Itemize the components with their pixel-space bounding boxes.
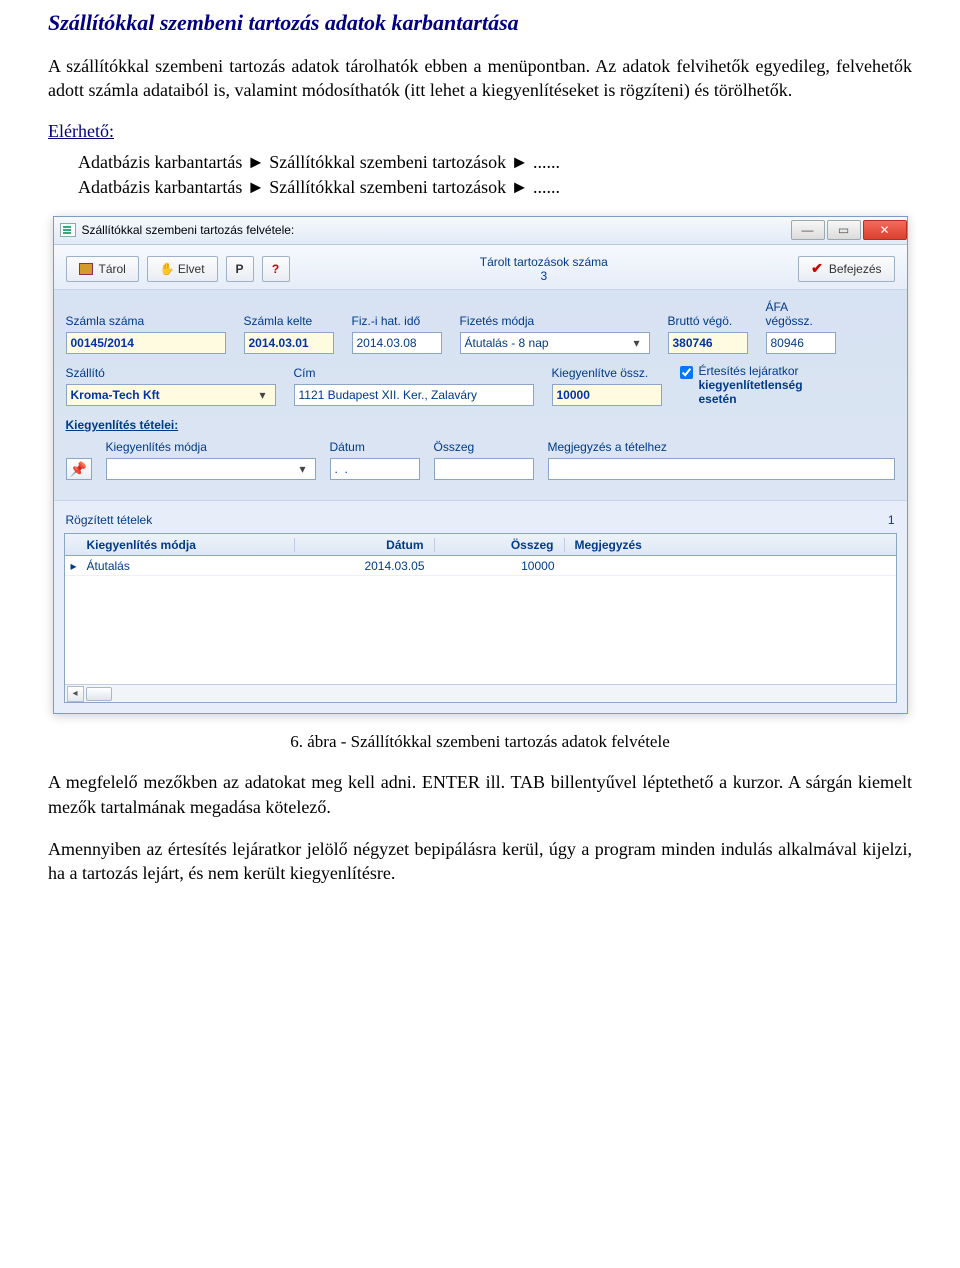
fiz-mod-combo[interactable]: Átutalás - 8 nap ▾ — [460, 332, 650, 354]
ertesites-block: Értesítés lejáratkor kiegyenlítetlenség … — [680, 364, 840, 406]
para-2: A megfelelő mezőkben az adatokat meg kel… — [48, 770, 912, 819]
page-title: Szállítókkal szembeni tartozás adatok ka… — [48, 10, 912, 36]
brutto-input[interactable] — [668, 332, 748, 354]
szamla-kelte-input[interactable] — [244, 332, 334, 354]
para-3: Amennyiben az értesítés lejáratkor jelöl… — [48, 837, 912, 886]
check-icon: ✔ — [811, 260, 823, 277]
tarol-button[interactable]: Tárol — [66, 256, 139, 282]
app-window: Szállítókkal szembeni tartozás felvétele… — [53, 216, 908, 715]
col-megjegyzes[interactable]: Megjegyzés — [565, 538, 896, 552]
grid-header: Kiegyenlítés módja Dátum Összeg Megjegyz… — [65, 534, 896, 556]
window-title: Szállítókkal szembeni tartozás felvétele… — [82, 223, 295, 237]
grid-area: Rögzített tételek 1 Kiegyenlítés módja D… — [54, 500, 907, 713]
detail-osszeg-label: Összeg — [434, 440, 534, 454]
chevron-down-icon: ▾ — [629, 336, 645, 350]
close-button[interactable]: ✕ — [863, 220, 907, 240]
nav-path-1: Adatbázis karbantartás ► Szállítókkal sz… — [78, 152, 912, 173]
detail-datum-input[interactable] — [330, 458, 420, 480]
fiz-hat-input[interactable] — [352, 332, 442, 354]
figure-caption: 6. ábra - Szállítókkal szembeni tartozás… — [48, 732, 912, 752]
cim-input[interactable] — [294, 384, 534, 406]
save-icon — [79, 263, 93, 275]
grid: Kiegyenlítés módja Dátum Összeg Megjegyz… — [64, 533, 897, 703]
toolbar: Tárol Elvet P ? Tárolt tartozások száma … — [54, 245, 907, 291]
chevron-down-icon: ▾ — [295, 462, 311, 476]
add-detail-button[interactable]: 📌 — [66, 458, 92, 480]
detail-megj-input[interactable] — [548, 458, 895, 480]
kiegy-ossz-label: Kiegyenlítve össz. — [552, 366, 662, 380]
p-button[interactable]: P — [226, 256, 254, 282]
scroll-left-icon[interactable]: ◂ — [67, 686, 84, 702]
afa-label: ÁFA végössz. — [766, 300, 836, 328]
detail-mod-combo[interactable]: ▾ — [106, 458, 316, 480]
detail-osszeg-input[interactable] — [434, 458, 534, 480]
nav-path-2: Adatbázis karbantartás ► Szállítókkal sz… — [78, 177, 912, 198]
col-kiegy-modja[interactable]: Kiegyenlítés módja — [65, 538, 295, 552]
subhead: Elérhető: — [48, 121, 912, 142]
szallito-label: Szállító — [66, 366, 276, 380]
afa-input[interactable] — [766, 332, 836, 354]
titlebar: Szállítókkal szembeni tartozás felvétele… — [54, 217, 907, 245]
detail-mod-label: Kiegyenlítés módja — [106, 440, 316, 454]
detail-megj-label: Megjegyzés a tételhez — [548, 440, 895, 454]
kiegy-ossz-input[interactable] — [552, 384, 662, 406]
maximize-button[interactable]: ▭ — [827, 220, 861, 240]
szamla-kelte-label: Számla kelte — [244, 314, 334, 328]
brutto-label: Bruttó végö. — [668, 314, 748, 328]
minimize-button[interactable]: — — [791, 220, 825, 240]
elvet-button[interactable]: Elvet — [147, 256, 218, 282]
chevron-down-icon: ▾ — [255, 388, 271, 402]
befejezes-button[interactable]: ✔ Befejezés — [798, 256, 894, 282]
szamla-szama-input[interactable] — [66, 332, 226, 354]
fiz-hat-label: Fiz.-i hat. idő — [352, 314, 442, 328]
grid-title: Rögzített tételek — [66, 513, 153, 527]
cim-label: Cím — [294, 366, 534, 380]
szallito-combo[interactable]: Kroma-Tech Kft ▾ — [66, 384, 276, 406]
stored-counter: Tárolt tartozások száma 3 — [480, 255, 608, 284]
grid-count: 1 — [888, 513, 895, 527]
col-datum[interactable]: Dátum — [295, 538, 435, 552]
pin-icon: 📌 — [70, 461, 87, 478]
question-icon: ? — [272, 262, 279, 276]
app-icon — [60, 223, 76, 237]
form-area: Számla száma Számla kelte Fiz.-i hat. id… — [54, 290, 907, 500]
fiz-mod-label: Fizetés módja — [460, 314, 650, 328]
section-title: Kiegyenlítés tételei: — [66, 416, 895, 440]
detail-datum-label: Dátum — [330, 440, 420, 454]
hand-icon — [160, 262, 172, 276]
table-row[interactable]: ▸Átutalás2014.03.0510000 — [65, 556, 896, 576]
intro-paragraph: A szállítókkal szembeni tartozás adatok … — [48, 54, 912, 103]
scroll-thumb[interactable] — [86, 687, 112, 701]
col-osszeg[interactable]: Összeg — [435, 538, 565, 552]
help-button[interactable]: ? — [262, 256, 290, 282]
szamla-szama-label: Számla száma — [66, 314, 226, 328]
grid-hscrollbar[interactable]: ◂ — [65, 684, 896, 702]
ertesites-checkbox[interactable] — [680, 366, 693, 379]
